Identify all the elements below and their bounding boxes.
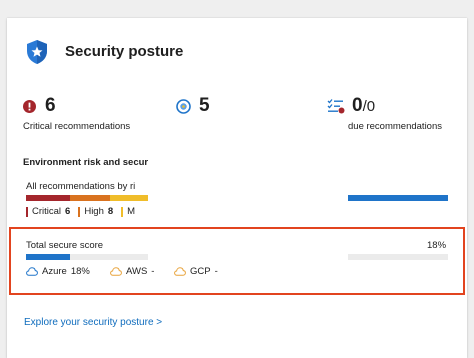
- severity-segment-medium: [110, 195, 148, 201]
- shield-star-icon: [27, 40, 47, 64]
- gcp-name: GCP: [190, 266, 211, 277]
- target-icon: [176, 98, 191, 114]
- secure-score-label: Total secure score: [26, 240, 104, 251]
- aws-value: -: [151, 266, 155, 277]
- due-total: /0: [362, 97, 376, 115]
- metric-critical[interactable]: 6: [23, 95, 56, 117]
- secondary-count: 5: [199, 95, 210, 116]
- medium-legend-label: M: [127, 206, 136, 217]
- metric-secondary[interactable]: 5: [176, 95, 210, 117]
- azure-name: Azure: [42, 266, 67, 277]
- metric-due[interactable]: 0/0: [327, 95, 375, 117]
- high-legend-marker: [78, 206, 81, 217]
- high-legend-label: High: [84, 206, 104, 217]
- gcp-cloud-icon: [174, 267, 186, 276]
- critical-legend-marker: [26, 206, 28, 217]
- critical-alert-icon: [23, 99, 36, 113]
- critical-label: Critical recommendations: [23, 121, 131, 132]
- cloud-gcp[interactable]: GCP -: [174, 266, 218, 277]
- severity-segment-critical: [26, 195, 70, 201]
- critical-legend-label: Critical: [32, 206, 62, 217]
- security-posture-card: Security posture 6 Critical recommendati…: [7, 18, 467, 358]
- critical-count: 6: [45, 95, 56, 116]
- checklist-icon: [327, 99, 345, 114]
- secure-score-percent: 18%: [427, 240, 447, 251]
- aws-name: AWS: [126, 266, 148, 277]
- due-label: due recommendations: [348, 121, 442, 132]
- due-count: 0: [352, 95, 363, 116]
- environment-heading: Environment risk and secure: [23, 157, 148, 168]
- severity-bar: [26, 195, 148, 201]
- explore-posture-link[interactable]: Explore your security posture >: [24, 317, 162, 328]
- critical-legend-count: 6: [65, 206, 71, 217]
- secure-score-highlight: [9, 227, 465, 295]
- secure-score-bar-left: [26, 254, 148, 260]
- environment-right-bar: [348, 195, 448, 201]
- severity-legend: Critical 6 High 8 M: [26, 206, 148, 217]
- medium-legend-marker: [121, 206, 124, 217]
- severity-segment-high: [69, 195, 111, 201]
- card-title: Security posture: [65, 43, 184, 60]
- secure-score-bar-right: [348, 254, 448, 260]
- gcp-value: -: [214, 266, 218, 277]
- azure-cloud-icon: [26, 267, 38, 276]
- aws-cloud-icon: [110, 267, 122, 276]
- secure-score-fill: [26, 254, 70, 260]
- cloud-azure[interactable]: Azure 18%: [26, 266, 90, 277]
- cloud-aws[interactable]: AWS -: [110, 266, 154, 277]
- high-legend-count: 8: [107, 206, 114, 217]
- azure-value: 18%: [70, 266, 90, 277]
- all-recommendations-label: All recommendations by ri: [26, 181, 136, 192]
